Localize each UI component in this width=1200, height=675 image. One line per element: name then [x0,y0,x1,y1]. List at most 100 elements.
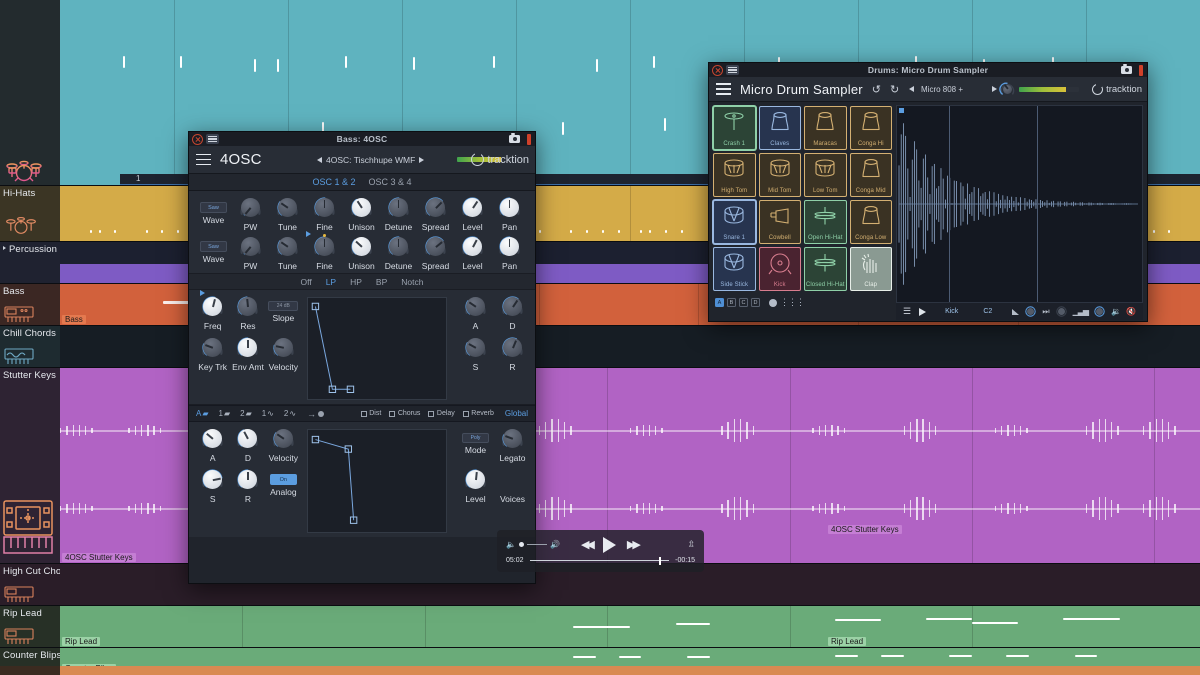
drum-titlebar[interactable]: Drums: Micro Drum Sampler [709,63,1147,77]
filter-type-lp[interactable]: LP [326,277,336,287]
knob-a[interactable]: A [457,294,494,331]
footer-controls[interactable]: ⏭ ▁▃▅ 🔉 🔇 [1012,305,1136,318]
voices-control[interactable]: Voices [494,467,531,504]
analog-toggle[interactable]: OnAnalog [266,467,301,497]
knob-r[interactable]: R [230,467,265,504]
drum-pad-cowbell[interactable]: Cowbell [759,200,802,244]
knob-unison[interactable]: Unison [343,195,380,232]
knob-dial[interactable] [460,234,485,259]
fx-toggle-reverb[interactable]: Reverb [463,410,494,417]
master-knob[interactable] [999,81,1016,98]
knob-env-amt[interactable]: Env Amt [230,335,265,372]
fx-toggle-delay[interactable]: Delay [428,410,454,417]
track-header-percussion[interactable]: Percussion [0,242,60,284]
drum-pad-closed-hi-hat[interactable]: Closed Hi-Hat [804,247,847,291]
knob-dial[interactable] [235,426,260,451]
metronome-icon[interactable] [769,299,777,307]
knob-fine[interactable]: Fine [306,195,343,232]
knob-dial[interactable] [275,234,300,259]
track-header-orange[interactable] [0,666,60,675]
pan-knob[interactable] [1024,305,1037,318]
preset-selector[interactable]: 4OSC: Tischhupe WMF [317,155,424,165]
knob-velocity[interactable]: Velocity [266,426,301,463]
knob-pan[interactable]: Pan [491,234,528,271]
share-icon[interactable]: ⇫ [687,539,695,550]
knob-dial[interactable] [463,294,488,319]
scrubber-track[interactable] [530,560,670,562]
osc1-wave-selector[interactable]: Saw Wave [195,195,232,225]
knob-dial[interactable] [235,294,260,319]
knob-s[interactable]: S [457,335,494,372]
knob-level[interactable]: Level [454,234,491,271]
rewind-icon[interactable]: ◀◀ [581,538,592,551]
filter-type-notch[interactable]: Notch [401,277,423,287]
settings-sliders-icon[interactable]: ⋮⋮⋮ [780,297,804,308]
tune-knob[interactable] [1055,305,1068,318]
next-preset-icon[interactable] [992,86,997,92]
knob-dial[interactable] [275,195,300,220]
knob-dial[interactable] [200,294,225,319]
drum-pad-kick[interactable]: Kick [759,247,802,291]
speaker-icon[interactable]: 🔈 [506,540,516,549]
knob-fine[interactable]: Fine [306,234,343,271]
drum-pad-side-stick[interactable]: Side Stick [713,247,756,291]
redo-icon[interactable]: ↻ [890,83,899,96]
knob-dial[interactable] [349,195,374,220]
filter-type-hp[interactable]: HP [350,277,362,287]
pin-icon[interactable] [1139,65,1143,76]
knob-detune[interactable]: Detune [380,234,417,271]
knob-key-trk[interactable]: Key Trk [195,335,230,372]
undo-icon[interactable]: ↺ [872,83,881,96]
drum-pad-mid-tom[interactable]: Mid Tom [759,153,802,197]
knob-dial[interactable] [423,234,448,259]
slope-value[interactable]: 24 dB [268,301,298,311]
wave-button[interactable]: Saw [200,202,227,213]
knob-d[interactable]: D [494,294,531,331]
expand-arrow-icon[interactable] [3,246,6,250]
fx-toggle-chorus[interactable]: Chorus [389,410,420,417]
tab-osc-1-2[interactable]: OSC 1 & 2 [312,177,355,187]
drum-pad-conga-hi[interactable]: Conga Hi [850,106,893,150]
drum-footer-toolbar[interactable]: ☰ Kick C2 ⏭ [896,303,1143,320]
knob-freq[interactable]: Freq [195,294,230,331]
level-bars-icon[interactable]: ▁▃▅ [1073,307,1088,316]
preset-next-group[interactable] [992,81,1016,98]
drum-sampler-window[interactable]: Drums: Micro Drum Sampler Micro Drum Sam… [708,62,1148,322]
drum-pad-clap[interactable]: Clap [850,247,893,291]
knob-dial[interactable] [500,426,525,451]
knob-dial[interactable] [235,467,260,492]
mod-matrix-button[interactable]: → [307,409,324,419]
video-controls[interactable]: 🔈 🔊 ◀◀ ▶▶ ⇫ [506,535,695,554]
waveform-display[interactable] [896,105,1143,303]
filter-type-row[interactable]: OffLPHPBPNotch [189,274,535,290]
video-scrubber[interactable]: 05:02 -00:15 [506,557,695,564]
4osc-titlebar[interactable]: Bass: 4OSC [189,132,535,146]
global-button[interactable]: Global [505,409,528,418]
volume-track[interactable] [527,544,547,546]
osc-tab-bar[interactable]: OSC 1 & 2 OSC 3 & 4 [189,174,535,191]
track-lane-orange[interactable] [60,666,1200,675]
mode-value[interactable]: Poly [462,433,489,443]
knob-dial[interactable] [497,234,522,259]
level-knob[interactable] [1093,305,1106,318]
knob-pan[interactable]: Pan [491,195,528,232]
knob-dial[interactable] [200,335,225,360]
knob-dial[interactable] [500,294,525,319]
play-icon[interactable] [919,308,926,316]
knob-dial[interactable] [235,335,260,360]
titlebar-actions[interactable] [1121,65,1143,76]
amp-envelope-display[interactable] [307,429,447,533]
track-header-bass[interactable]: Bass [0,284,60,326]
menu-icon[interactable] [716,83,731,95]
knob-dial[interactable] [312,195,337,220]
knob-dial[interactable] [271,335,296,360]
drum-pad-conga-mid[interactable]: Conga Mid [850,153,893,197]
waveform-marker-2[interactable] [1037,106,1038,302]
drum-pad-conga-low[interactable]: Conga Low [850,200,893,244]
checkbox-icon[interactable] [361,411,367,417]
drum-pad-low-tom[interactable]: Low Tom [804,153,847,197]
sample-start-handle[interactable] [899,108,904,113]
volume-control[interactable]: 🔈 🔊 [506,540,560,549]
track-header[interactable] [0,0,60,186]
pin-icon[interactable] [527,134,531,145]
